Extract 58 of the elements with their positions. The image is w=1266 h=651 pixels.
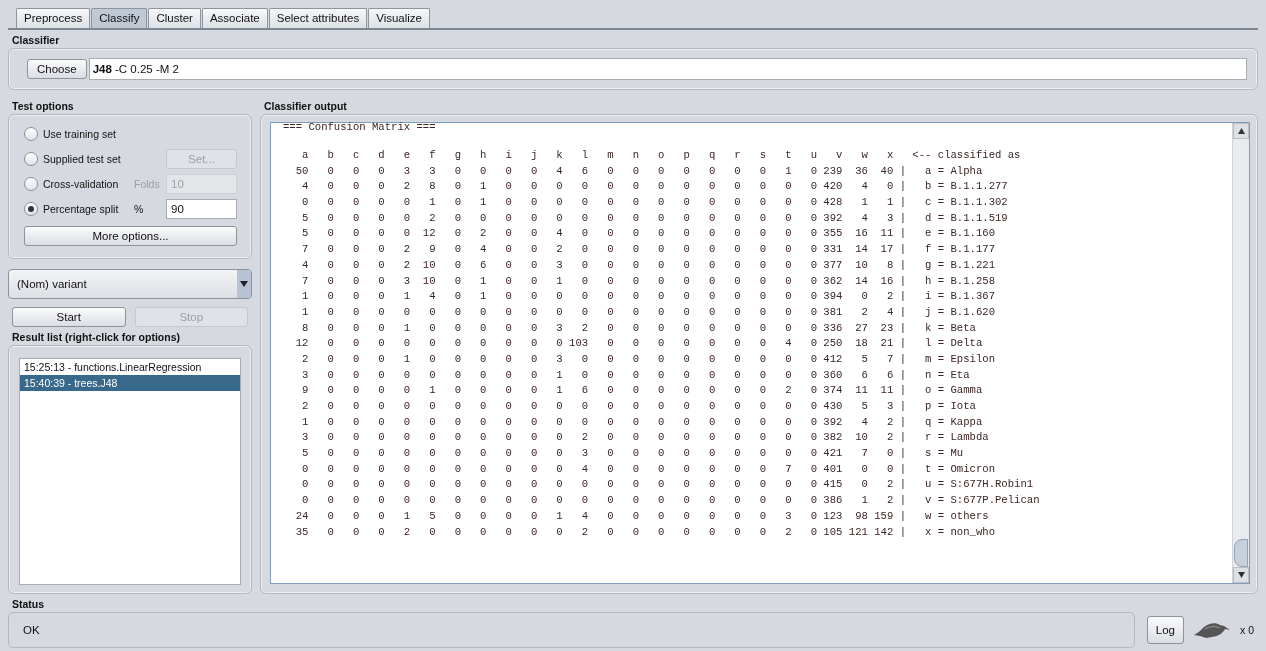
field-label: %: [133, 203, 144, 215]
log-button[interactable]: Log: [1146, 616, 1184, 644]
output-line: 0 0 0 0 0 0 0 0 0 0 0 0 0 0 0 0 0 0 0 0 0 386 1 2 | v = S:677P.Pelican: [301, 493, 1041, 509]
down-arrow-icon[interactable]: [1237, 572, 1245, 578]
output-line: 0 0 0 0 0 0 0 0 0 0 0 4 0 0 0 0 0 0 0 7 0 401 0 0 | t = Omicron: [301, 461, 997, 477]
output-line: 7 0 0 0 3 10 0 1 0 0 1 0 0 0 0 0 0 0 0 0 0 362 14 16 | h = B.1.258: [301, 273, 997, 289]
output-line: 5 0 0 0 0 0 0 0 0 0 0 3 0 0 0 0 0 0 0 0 0 421 7 0 | s = Mu: [301, 446, 965, 462]
output-line: 35 0 0 0 2 0 0 0 0 0 0 2 0 0 0 0 0 0 0 2 0 105 121 142 | x = non_who: [294, 524, 997, 540]
section-title: Classifier output: [263, 99, 348, 114]
tab[interactable]: Cluster: [148, 8, 201, 28]
radio-button[interactable]: [24, 202, 38, 216]
output-line: 3 0 0 0 0 0 0 0 0 0 0 2 0 0 0 0 0 0 0 0 0 382 10 2 | r = Lambda: [301, 430, 990, 446]
output-line: 4 0 0 0 2 8 0 1 0 0 0 0 0 0 0 0 0 0 0 0 0 420 4 0 | b = B.1.1.277: [301, 179, 1009, 195]
choose-button[interactable]: Choose: [27, 59, 87, 79]
classifier-field[interactable]: J48 -C 0.25 -M 2: [88, 58, 1247, 80]
output-line: 5 0 0 0 0 2 0 0 0 0 0 0 0 0 0 0 0 0 0 0 0 392 4 3 | d = B.1.1.519: [301, 210, 1009, 226]
option-label[interactable]: Use training set: [43, 128, 116, 140]
output-line: 50 0 0 0 3 3 0 0 0 0 4 6 0 0 0 0 0 0 0 1 0 239 36 40 | a = Alpha: [294, 163, 984, 179]
output-line: 3 0 0 0 0 0 0 0 0 0 1 0 0 0 0 0 0 0 0 0 0 360 6 6 | n = Eta: [301, 367, 971, 383]
section-title: Result list (right-click for options): [11, 330, 181, 345]
output-line: a b c d e f g h i j k l m n o p q r s t u v w x <-- classified as: [301, 148, 1022, 163]
scrollbar[interactable]: [1232, 123, 1249, 583]
class-dropdown[interactable]: (Nom) variant: [8, 269, 252, 299]
output-line: === Confusion Matrix ===: [283, 123, 437, 133]
output-line: 8 0 0 0 1 0 0 0 0 0 3 2 0 0 0 0 0 0 0 0 0 336 27 23 | k = Beta: [301, 320, 977, 336]
tab[interactable]: Preprocess: [16, 8, 91, 28]
section-title: Classifier: [11, 33, 61, 48]
output-line: 12 0 0 0 0 0 0 0 0 0 0 103 0 0 0 0 0 0 0 4 0 250 18 21 | l = Delta: [294, 336, 984, 352]
output-line: 2 0 0 0 1 0 0 0 0 0 3 0 0 0 0 0 0 0 0 0 0 412 5 7 | m = Epsilon: [301, 351, 997, 367]
scrollbar-thumb[interactable]: [1234, 539, 1248, 567]
output-line: 5 0 0 0 0 12 0 2 0 0 4 0 0 0 0 0 0 0 0 0 0 355 16 11 | e = B.1.160: [301, 226, 997, 242]
result-item[interactable]: 15:40:39 - trees.J48: [20, 375, 240, 391]
output-line: 7 0 0 0 2 9 0 4 0 0 2 0 0 0 0 0 0 0 0 0 0 331 14 17 | f = B.1.177: [301, 242, 997, 258]
tab[interactable]: Select attributes: [268, 8, 368, 28]
output-line: 1 0 0 0 0 0 0 0 0 0 0 0 0 0 0 0 0 0 0 0 0 381 2 4 | j = B.1.620: [301, 304, 997, 320]
output-line: 1 0 0 0 0 0 0 0 0 0 0 0 0 0 0 0 0 0 0 0 0 392 4 2 | q = Kappa: [301, 414, 984, 430]
output-line: 0 0 0 0 0 0 0 0 0 0 0 0 0 0 0 0 0 0 0 0 0 415 0 2 | u = S:677H.Robin1: [301, 477, 1035, 493]
output-line: 9 0 0 0 0 1 0 0 0 0 1 6 0 0 0 0 0 0 0 2 0 374 11 11 | o = Gamma: [301, 383, 984, 399]
section-title: Status: [11, 597, 46, 612]
result-item[interactable]: 15:25:13 - functions.LinearRegression: [20, 359, 240, 375]
tab[interactable]: Associate: [201, 8, 268, 28]
up-arrow-icon[interactable]: [1237, 128, 1245, 134]
tab[interactable]: Classify: [91, 8, 148, 28]
output-line: 0 0 0 0 0 1 0 1 0 0 0 0 0 0 0 0 0 0 0 0 0 428 1 1 | c = B.1.1.302: [301, 195, 1009, 211]
more-options-button[interactable]: More options...: [24, 226, 237, 246]
output-line: 2 0 0 0 0 0 0 0 0 0 0 0 0 0 0 0 0 0 0 0 0 430 5 3 | p = Iota: [301, 399, 977, 414]
section-title: Test options: [11, 99, 75, 114]
field-label: Folds: [133, 178, 160, 190]
output-line: 4 0 0 0 2 10 0 6 0 0 3 0 0 0 0 0 0 0 0 0 0 377 10 8 | g = B.1.221: [301, 257, 997, 273]
status-message: OK: [23, 624, 40, 636]
task-count: x 0: [1240, 624, 1255, 636]
radio-button[interactable]: [24, 127, 38, 141]
output-line: 24 0 0 0 1 5 0 0 0 0 1 4 0 0 0 0 0 0 0 3 0 123 98 159 | w = others: [294, 508, 990, 524]
input-field[interactable]: 90: [166, 199, 237, 219]
run-button[interactable]: Start: [12, 307, 126, 327]
option-label[interactable]: Percentage split: [43, 203, 119, 215]
output-line: 1 0 0 0 1 4 0 1 0 0 0 0 0 0 0 0 0 0 0 0 0 394 0 2 | i = B.1.367: [301, 289, 997, 305]
tab[interactable]: Visualize: [368, 8, 431, 28]
